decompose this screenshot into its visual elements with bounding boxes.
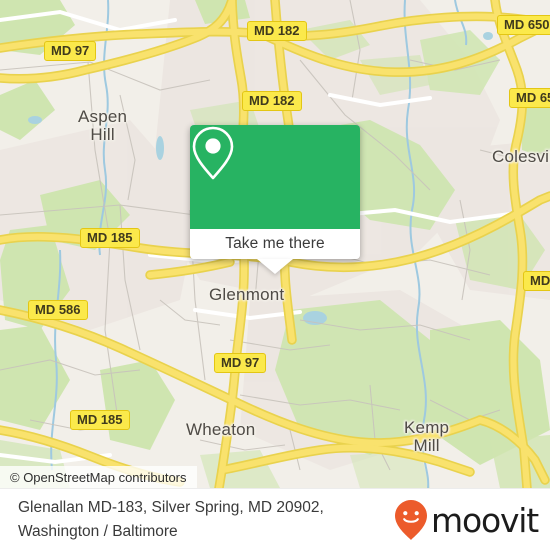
location-caption: Glenallan MD-183, Silver Spring, MD 2090… bbox=[18, 496, 324, 543]
route-shield-md-185-north: MD 185 bbox=[80, 228, 140, 248]
route-shield-md-97-south: MD 97 bbox=[214, 353, 267, 373]
map-attribution[interactable]: © OpenStreetMap contributors bbox=[0, 466, 197, 488]
map-canvas[interactable]: Aspen Hill Colesville Glenmont Wheaton K… bbox=[0, 0, 550, 488]
location-popup-card[interactable]: Take me there bbox=[190, 125, 360, 274]
route-shield-md-650-lower: MD bbox=[523, 271, 550, 291]
take-me-there-label: Take me there bbox=[225, 235, 325, 252]
route-shield-md-185-south: MD 185 bbox=[70, 410, 130, 430]
location-region-line: Washington / Baltimore bbox=[18, 522, 178, 540]
route-shield-md-182-south: MD 182 bbox=[242, 91, 302, 111]
attribution-text: © OpenStreetMap contributors bbox=[10, 469, 187, 485]
popup-icon-area bbox=[190, 125, 360, 229]
popup-action-area[interactable]: Take me there bbox=[190, 229, 360, 274]
moovit-map-screen: Aspen Hill Colesville Glenmont Wheaton K… bbox=[0, 0, 550, 550]
moovit-pin-icon bbox=[395, 499, 428, 540]
route-shield-md-97-north: MD 97 bbox=[44, 41, 97, 61]
route-shield-md-586: MD 586 bbox=[28, 300, 88, 320]
footer-bar: Glenallan MD-183, Silver Spring, MD 2090… bbox=[0, 488, 550, 550]
route-shield-md-182-north: MD 182 bbox=[247, 21, 307, 41]
moovit-logo[interactable]: moovit bbox=[394, 499, 539, 541]
map-pin-icon bbox=[192, 126, 234, 180]
route-shield-md-650-north: MD 650 bbox=[497, 15, 550, 35]
popup-tail bbox=[257, 259, 293, 274]
route-shield-md-650-mid: MD 65 bbox=[509, 88, 550, 108]
location-address-line: Glenallan MD-183, Silver Spring, MD 2090… bbox=[18, 499, 324, 517]
moovit-wordmark: moovit bbox=[431, 501, 539, 540]
